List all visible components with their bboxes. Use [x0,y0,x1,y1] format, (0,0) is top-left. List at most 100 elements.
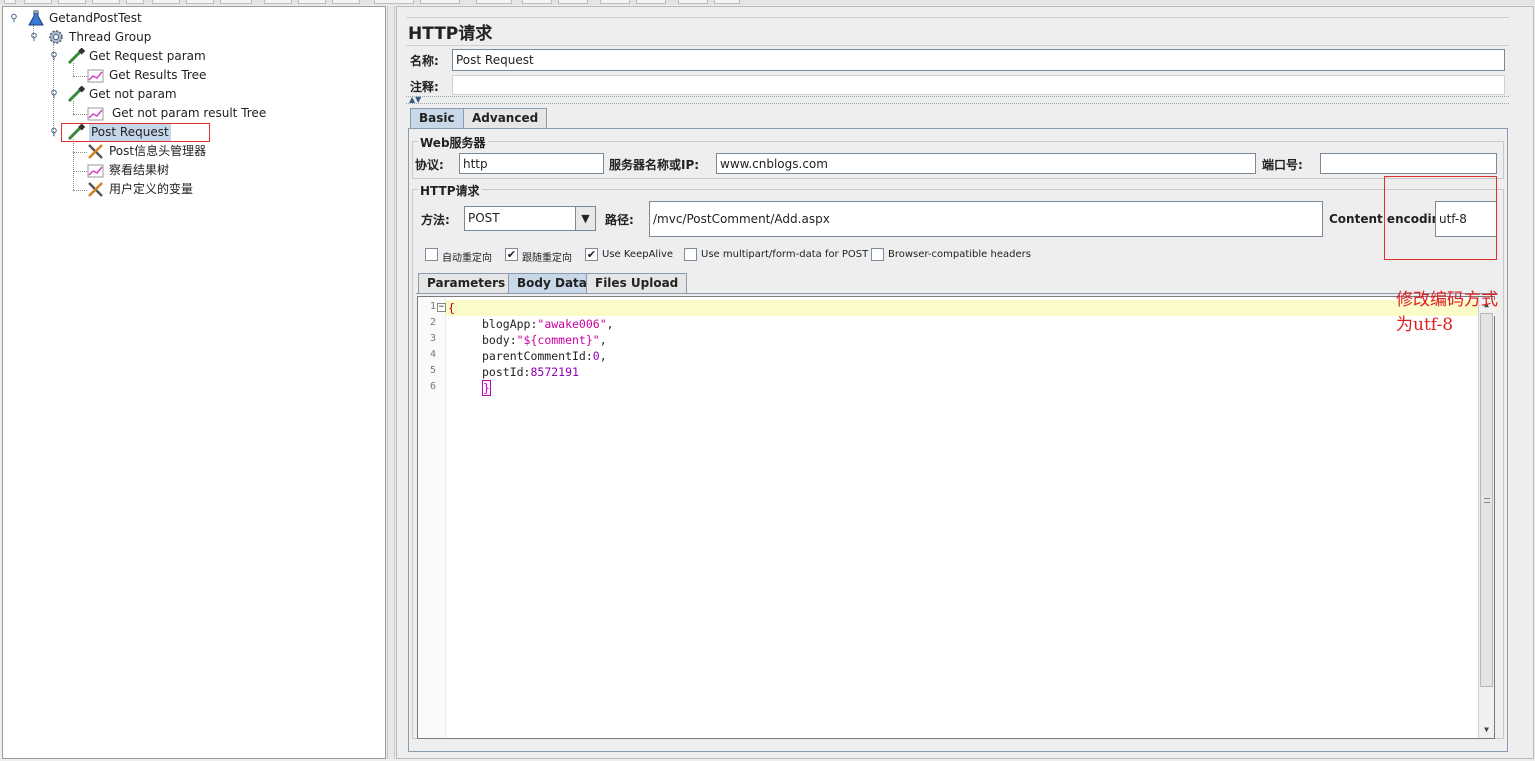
tree-connector [73,139,74,190]
code-comma: , [599,333,607,347]
toolbar-button[interactable] [152,0,180,4]
toolbar-button[interactable] [522,0,552,4]
toolbar-button[interactable] [600,0,630,4]
checkbox-label: Use KeepAlive [602,249,674,260]
method-select[interactable]: POST ▼ [464,206,596,231]
checkbox-follow-redirects[interactable]: ✔ [505,248,518,261]
code-line: { [448,301,455,315]
checkbox-label: 跟随重定向 [522,253,572,264]
scrollbar-thumb[interactable] [1480,313,1493,687]
panel-splitter[interactable] [387,6,395,759]
checkbox-multipart[interactable] [684,248,697,261]
line-number: 5 [429,365,436,376]
toolbar-button[interactable] [420,0,460,4]
code-line: parentCommentId:0, [482,348,607,364]
tree-node-get-not-param-result-tree[interactable]: Get not param result Tree [87,104,287,122]
toolbar-button[interactable] [4,0,16,4]
pipette-icon [67,85,86,103]
tree-expand-toggle[interactable]: ⚲ [49,89,59,101]
toolbar-button[interactable] [558,0,588,4]
tab-advanced[interactable]: Advanced [463,108,548,128]
code-string: "awake006" [537,317,607,331]
code-comma: , [606,317,614,331]
code-key: postId: [482,365,531,379]
checkbox-auto-redirect[interactable] [425,248,438,261]
test-plan-tree: ⚲ ⚲ ⚲ ⚲ ⚲ GetandPostTest Thread Group Ge… [2,6,386,759]
gear-icon [47,29,65,45]
chevron-down-icon[interactable]: ▼ [575,207,595,230]
checkbox-browser-compatible[interactable] [871,248,884,261]
tree-expand-toggle[interactable]: ⚲ [29,32,39,44]
tree-node-view-results-tree[interactable]: 察看结果树 [87,161,267,179]
method-label: 方法: [421,213,450,227]
highlight-box [61,123,210,142]
port-field[interactable] [1320,153,1497,174]
code-number: 8572191 [530,365,579,379]
toolbar-button[interactable] [332,0,360,4]
tree-connector [73,171,87,172]
tree-expand-toggle[interactable]: ⚲ [49,127,59,139]
tab-parameters[interactable]: Parameters [418,273,515,293]
vertical-scrollbar[interactable]: ▲ ▼ [1478,297,1494,738]
tools-icon [87,143,105,159]
toolbar-button[interactable] [678,0,708,4]
tab-body-data[interactable]: Body Data [508,273,596,293]
tree-expand-toggle[interactable]: ⚲ [49,51,59,63]
fold-toggle-icon[interactable]: − [437,303,446,312]
toolbar-button[interactable] [636,0,666,4]
protocol-field[interactable]: http [459,153,604,174]
toolbar-button[interactable] [714,0,740,4]
tree-node-user-defined-variables[interactable]: 用户定义的变量 [87,180,267,198]
tree-connector [73,114,87,115]
tab-basic[interactable]: Basic [410,108,464,128]
chart-icon [87,67,105,83]
toolbar-button[interactable] [92,0,120,4]
tree-node-get-request-param[interactable]: Get Request param [67,47,247,65]
toolbar-button[interactable] [264,0,292,4]
scroll-down-icon[interactable]: ▼ [1480,723,1493,737]
code-key: blogApp: [482,317,538,331]
toolbar-button[interactable] [374,0,414,4]
line-number: 3 [429,333,436,344]
protocol-label: 协议: [415,158,444,172]
tab-files-upload[interactable]: Files Upload [586,273,688,293]
chart-icon [87,105,105,121]
tree-node-post-header-manager[interactable]: Post信息头管理器 [87,142,267,160]
collapse-arrows-icon[interactable]: ▲▼ [409,95,421,104]
line-number-gutter [418,297,446,738]
toolbar-button[interactable] [24,0,52,4]
tools-icon [87,181,105,197]
checkbox-label: 自动重定向 [442,253,492,264]
path-field[interactable]: /mvc/PostComment/Add.aspx [649,201,1323,237]
line-number: 2 [429,317,436,328]
tree-node-thread-group[interactable]: Thread Group [47,28,207,46]
toolbar-button[interactable] [476,0,512,4]
toolbar-button[interactable] [186,0,214,4]
toolbar-button[interactable] [298,0,326,4]
web-server-group-title: Web服务器 [418,134,488,151]
page-title: HTTP请求 [408,24,493,44]
port-label: 端口号: [1262,158,1303,172]
name-label: 名称: [410,54,439,68]
checkbox-label: Browser-compatible headers [888,249,1031,260]
line-number: 1 [429,301,436,312]
name-field[interactable]: Post Request [452,49,1505,71]
toolbar-button[interactable] [126,0,144,4]
code-number: 0 [592,349,600,363]
toolbar-button[interactable] [58,0,86,4]
highlight-box [1384,176,1497,260]
server-field[interactable]: www.cnblogs.com [716,153,1256,174]
tree-node-get-results-tree[interactable]: Get Results Tree [87,66,267,84]
body-data-editor[interactable]: 1 2 3 4 5 6 − { blogApp:"awake006", body… [417,296,1495,739]
checkbox-use-keepalive[interactable]: ✔ [585,248,598,261]
tree-node-getandposttest[interactable]: GetandPostTest [27,9,187,27]
tree-expand-toggle[interactable]: ⚲ [9,13,19,25]
comment-field[interactable] [452,75,1505,95]
line-number: 6 [429,381,436,392]
tree-node-get-not-param[interactable]: Get not param [67,85,247,103]
http-request-group-title: HTTP请求 [418,182,482,199]
toolbar-button[interactable] [220,0,252,4]
divider [406,96,1509,104]
method-value: POST [468,211,500,225]
code-key: parentCommentId: [482,349,593,363]
